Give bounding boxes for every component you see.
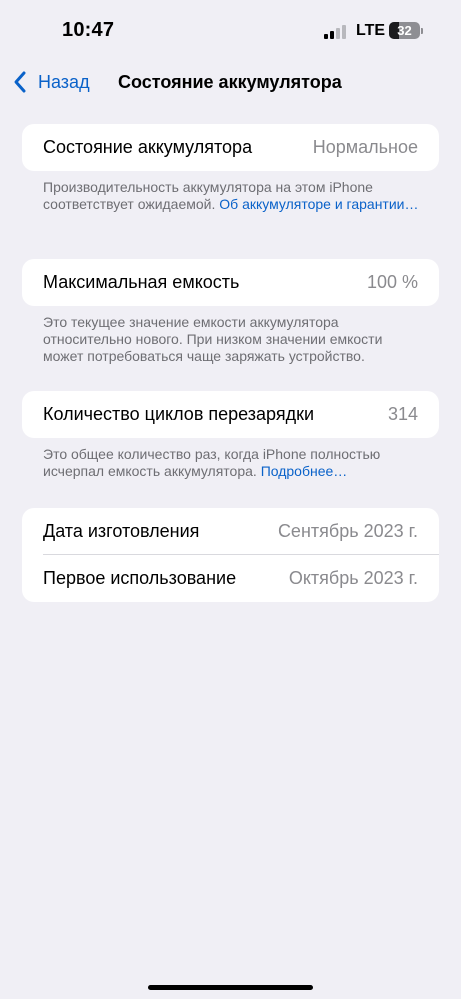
battery-health-footnote: Производительность аккумулятора на этом … [43,179,423,213]
status-time: 10:47 [62,19,115,41]
cycle-count-value: 314 [387,404,418,424]
status-bar: 10:47 LTE 32 [0,0,461,64]
about-battery-link[interactable]: Об аккумуляторе и гарантии… [219,196,418,212]
manufacture-date-value: Сентябрь 2023 г. [277,521,418,541]
cycle-count-label: Количество циклов перезарядки [43,404,315,424]
back-button[interactable]: Назад [12,68,90,96]
cycle-count-card: Количество циклов перезарядки 314 [22,391,439,438]
home-indicator[interactable] [148,985,313,990]
max-capacity-card: Максимальная емкость 100 % [22,259,439,306]
network-type: LTE [356,22,386,39]
max-capacity-footnote: Это текущее значение емкости аккумулятор… [43,314,423,365]
battery-level: 32 [397,23,412,38]
manufacture-date-row: Дата изготовления Сентябрь 2023 г. [22,508,439,555]
battery-health-row: Состояние аккумулятора Нормальное [22,124,439,171]
max-capacity-row: Максимальная емкость 100 % [22,259,439,306]
first-use-row: Первое использование Октябрь 2023 г. [22,555,439,602]
back-label: Назад [38,71,90,92]
cycle-count-row: Количество циклов перезарядки 314 [22,391,439,438]
first-use-label: Первое использование [43,568,237,588]
cycle-count-footnote: Это общее количество раз, когда iPhone п… [43,446,423,480]
battery-health-card: Состояние аккумулятора Нормальное [22,124,439,171]
max-capacity-footnote-text: Это текущее значение емкости аккумулятор… [43,314,383,364]
battery-health-label: Состояние аккумулятора [43,137,253,157]
learn-more-link[interactable]: Подробнее… [261,463,348,479]
battery-icon: 32 [389,22,420,39]
battery-tip [421,28,423,34]
max-capacity-label: Максимальная емкость [43,272,240,292]
battery-health-screen: 10:47 LTE 32 Назад Состояние аккумулятор… [0,0,461,999]
max-capacity-value: 100 % [366,272,418,292]
dates-card: Дата изготовления Сентябрь 2023 г. Перво… [22,508,439,602]
manufacture-date-label: Дата изготовления [43,521,200,541]
chevron-left-icon [14,71,26,93]
first-use-value: Октябрь 2023 г. [288,568,418,588]
cellular-signal-icon [324,24,348,39]
navigation-bar: Назад Состояние аккумулятора [0,64,461,100]
page-title: Состояние аккумулятора [118,72,342,92]
battery-health-value: Нормальное [312,137,418,157]
